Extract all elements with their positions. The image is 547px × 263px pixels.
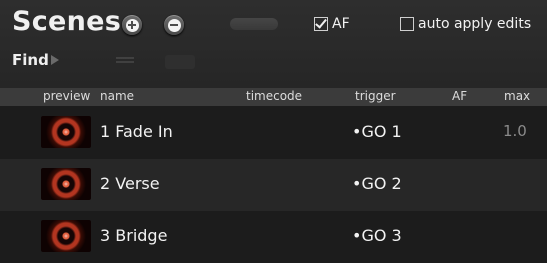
- scene-name: 3 Bridge: [100, 226, 168, 245]
- scene-preview-thumbnail: [41, 116, 91, 148]
- column-trigger[interactable]: trigger: [355, 89, 396, 103]
- disclosure-triangle-icon[interactable]: [51, 55, 59, 65]
- auto-apply-edits-checkbox[interactable]: auto apply edits: [400, 16, 531, 32]
- column-max[interactable]: max: [504, 89, 530, 103]
- column-timecode[interactable]: timecode: [246, 89, 302, 103]
- scene-trigger: •GO 2: [352, 174, 402, 193]
- list-icon: [110, 55, 140, 69]
- remove-scene-button[interactable]: [164, 15, 184, 35]
- scene-trigger: •GO 1: [352, 122, 402, 141]
- af-checkbox-label: AF: [332, 16, 350, 32]
- af-checkbox-box[interactable]: [314, 16, 328, 31]
- find-label[interactable]: Find: [12, 51, 49, 69]
- scene-max: 1.0: [503, 122, 527, 140]
- auto-apply-checkbox-label: auto apply edits: [418, 16, 532, 32]
- column-header-row: preview name timecode trigger AF max: [0, 88, 547, 106]
- disabled-pill-button: [230, 18, 278, 30]
- auto-apply-checkbox-box[interactable]: [400, 17, 414, 31]
- column-name[interactable]: name: [100, 89, 134, 103]
- scene-row[interactable]: 2 Verse •GO 2: [0, 159, 547, 211]
- panel-title: Scenes: [12, 6, 122, 37]
- scene-row[interactable]: 1 Fade In •GO 1 1.0: [0, 107, 547, 159]
- checkmark-icon: [315, 16, 327, 29]
- scene-row[interactable]: 3 Bridge •GO 3: [0, 211, 547, 263]
- scene-name: 1 Fade In: [100, 122, 173, 141]
- disabled-control: [165, 55, 195, 69]
- scene-preview-thumbnail: [41, 220, 91, 252]
- column-af[interactable]: AF: [452, 89, 467, 103]
- scene-trigger: •GO 3: [352, 226, 402, 245]
- scene-name: 2 Verse: [100, 174, 160, 193]
- af-checkbox[interactable]: AF: [314, 16, 350, 32]
- scenes-header: Scenes AF auto apply edits Find: [0, 0, 547, 88]
- scene-preview-thumbnail: [41, 168, 91, 200]
- column-preview[interactable]: preview: [43, 89, 90, 103]
- add-scene-button[interactable]: [122, 15, 142, 35]
